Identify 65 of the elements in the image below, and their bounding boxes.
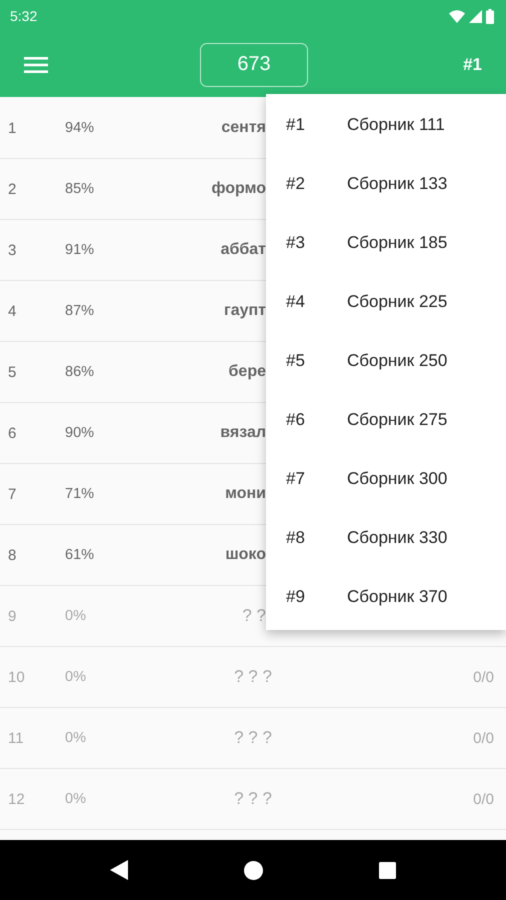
- row-number: 8: [7, 546, 18, 564]
- row-percent: 0%: [65, 669, 87, 685]
- row-percent: 87%: [65, 303, 96, 319]
- row-word: гаупт: [224, 302, 266, 319]
- menu-item-label: Сборник 111: [347, 114, 445, 134]
- row-score: 0/0: [473, 668, 494, 686]
- menu-item-number: #1: [285, 114, 306, 134]
- row-number: 7: [7, 486, 18, 502]
- row-number: 9: [7, 608, 18, 624]
- row-word: аббат: [220, 241, 266, 258]
- menu-item-label: Сборник 225: [347, 292, 448, 312]
- signal-icon: [469, 10, 482, 22]
- row-percent: 86%: [65, 364, 96, 380]
- menu-item-label: Сборник 300: [347, 468, 448, 488]
- row-word: формо: [211, 180, 266, 197]
- menu-item-label: Сборник 250: [347, 350, 448, 370]
- back-icon[interactable]: [110, 860, 128, 880]
- row-word: ? ? ?: [234, 667, 272, 686]
- row-word: мони: [225, 485, 266, 502]
- home-icon[interactable]: [244, 860, 263, 880]
- row-word: шоко: [225, 546, 266, 563]
- menu-item-number: #7: [285, 468, 306, 488]
- menu-item-number: #3: [285, 232, 306, 252]
- menu-item-label: Сборник 275: [347, 410, 448, 430]
- menu-item-number: #2: [285, 174, 306, 194]
- row-number: 12: [7, 790, 26, 808]
- row-word: сентя: [221, 119, 266, 136]
- row-word: вязал: [220, 424, 266, 441]
- row-percent: 71%: [65, 486, 96, 502]
- battery-icon: [486, 8, 494, 24]
- row-number: 3: [7, 242, 18, 258]
- recents-icon[interactable]: [379, 862, 396, 878]
- wifi-icon: [449, 10, 465, 22]
- row-word: ? ? ?: [234, 789, 272, 808]
- menu-item-number: #6: [285, 410, 306, 430]
- status-time: 5:32: [10, 8, 38, 24]
- row-number: 6: [7, 424, 18, 442]
- row-number: 5: [7, 364, 18, 380]
- row-score: 0/0: [473, 730, 494, 746]
- row-word: ? ? ?: [234, 728, 272, 747]
- row-percent: 85%: [65, 181, 96, 197]
- row-percent: 0%: [65, 608, 87, 624]
- row-percent: 90%: [65, 425, 96, 441]
- row-number: 4: [7, 302, 18, 320]
- row-word: ? ?: [242, 606, 266, 625]
- row-number: 2: [7, 180, 18, 198]
- menu-item-number: #8: [285, 528, 306, 548]
- row-percent: 61%: [65, 547, 96, 563]
- menu-item-number: #4: [285, 292, 306, 312]
- menu-item-label: Сборник 330: [347, 528, 448, 548]
- row-percent: 0%: [65, 730, 87, 746]
- row-percent: 0%: [65, 791, 87, 807]
- menu-item-label: Сборник 370: [347, 586, 448, 606]
- row-number: 11: [7, 730, 25, 746]
- row-word: бере: [228, 363, 266, 380]
- row-percent: 91%: [65, 242, 96, 258]
- menu-item-label: Сборник 185: [347, 232, 448, 252]
- row-percent: 94%: [65, 120, 96, 136]
- row-score: 0/0: [473, 790, 494, 808]
- row-number: 10: [7, 668, 26, 686]
- menu-item[interactable]: #1 Сборник 111: [266, 95, 506, 154]
- menu-item-number: #9: [285, 586, 306, 606]
- menu-item-number: #5: [285, 350, 306, 370]
- row-number: 1: [7, 120, 18, 136]
- menu-item-label: Сборник 133: [347, 174, 448, 194]
